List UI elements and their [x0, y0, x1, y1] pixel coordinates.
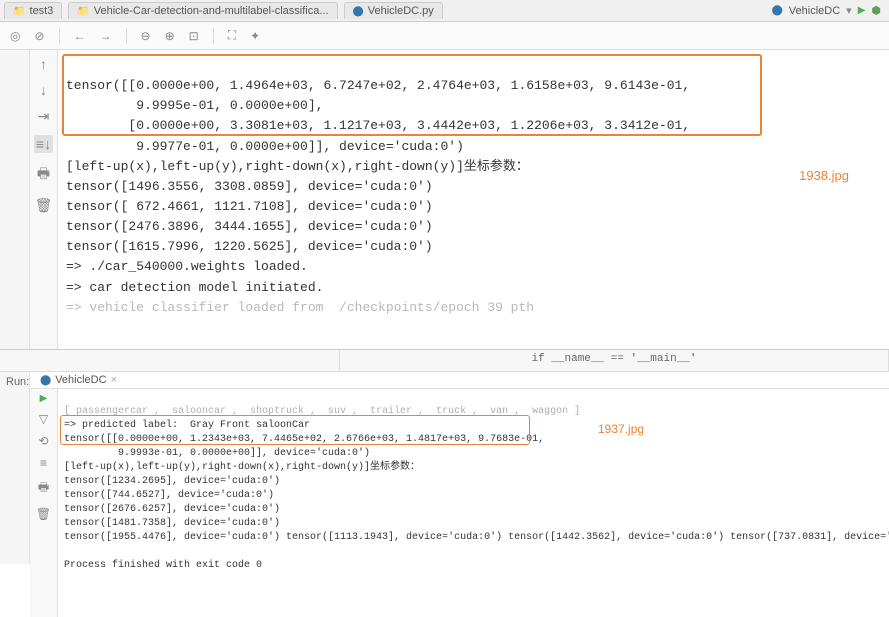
breadcrumb-center[interactable]: if __name__ == '__main__'	[340, 350, 889, 371]
trash-icon[interactable]: 🗑	[35, 197, 53, 214]
file-tab[interactable]: ⬤ VehicleDC.py	[344, 2, 443, 19]
console-line: tensor([1234.2695], device='cuda:0')	[64, 476, 280, 487]
folder-tab-label: Vehicle-Car-detection-and-multilabel-cla…	[94, 5, 329, 17]
editor-content[interactable]: tensor([[0.0000e+00, 1.4964e+03, 6.7247e…	[58, 50, 889, 349]
project-tab[interactable]: test3	[4, 2, 62, 19]
editor-side-tools: ↑ ↓ ⇥ ≡↓ 🖶 🗑	[30, 50, 58, 349]
close-tab-icon[interactable]: ×	[111, 374, 117, 386]
project-gutter[interactable]	[0, 50, 30, 349]
folder-icon	[77, 5, 89, 17]
python-run-icon: ⬤	[40, 375, 51, 386]
wrap-icon[interactable]: ⇥	[38, 108, 50, 125]
run-side-tools: ▶ ▽ ⟲ ≡ 🖶 🗑	[30, 389, 58, 617]
output-line: => car detection model initiated.	[66, 280, 323, 295]
run-icon[interactable]: ▶	[858, 5, 866, 16]
console-line: tensor([2676.6257], device='cuda:0')	[64, 504, 280, 515]
zoom-out-icon[interactable]: ⊖	[141, 29, 151, 43]
console-line: tensor([1955.4476], device='cuda:0') ten…	[64, 532, 889, 543]
sort-icon[interactable]: ≡↓	[34, 135, 53, 153]
editor-toolbar: ◎ ⊘ ← → ⊖ ⊕ ⊡ ⛶ ✦	[0, 22, 889, 50]
output-line: => ./car_540000.weights loaded.	[66, 259, 308, 274]
console-line: [ passengercar , salooncar , shoptruck ,…	[64, 406, 580, 417]
console-line: tensor([1481.7358], device='cuda:0')	[64, 518, 280, 529]
output-line: tensor([[0.0000e+00, 1.4964e+03, 6.7247e…	[66, 78, 690, 93]
console-line: Process finished with exit code 0	[64, 560, 262, 571]
output-line: => vehicle classifier loaded from /check…	[66, 300, 534, 315]
print-icon[interactable]: 🖶	[37, 163, 50, 187]
console-line: => predicted label: Gray Front saloonCar	[64, 420, 310, 431]
fit-icon[interactable]: ⊡	[189, 29, 199, 43]
down-arrow-icon[interactable]: ↓	[40, 82, 47, 98]
breadcrumb-left[interactable]	[0, 350, 340, 371]
python-config-icon: ⬤	[772, 5, 783, 16]
output-line: 9.9995e-01, 0.0000e+00],	[66, 98, 323, 113]
print-icon[interactable]: 🖶	[38, 478, 49, 499]
editor-area: ↑ ↓ ⇥ ≡↓ 🖶 🗑 tensor([[0.0000e+00, 1.4964…	[0, 50, 889, 350]
forward-icon[interactable]: →	[100, 29, 112, 43]
trash-icon[interactable]: 🗑	[36, 507, 51, 521]
run-panel-label: Run:	[0, 372, 30, 564]
dropdown-icon[interactable]: ▾	[846, 4, 852, 17]
run-config-controls: ⬤ VehicleDC ▾ ▶ ⬢	[772, 4, 889, 17]
back-icon[interactable]: ←	[74, 29, 86, 43]
stop-icon[interactable]: ⊘	[34, 29, 44, 43]
output-line: [0.0000e+00, 3.3081e+03, 1.1217e+03, 3.4…	[66, 118, 690, 133]
down-triangle-icon[interactable]: ▽	[39, 412, 48, 426]
output-line: [left-up(x),left-up(y),right-down(x),rig…	[66, 159, 529, 174]
run-tabs: ⬤ VehicleDC ×	[30, 372, 889, 389]
output-line: tensor([ 672.4661, 1121.7108], device='c…	[66, 199, 433, 214]
run-tab[interactable]: ⬤ VehicleDC ×	[34, 372, 123, 388]
console-line: tensor([744.6527], device='cuda:0')	[64, 490, 274, 501]
console-line: [left-up(x),left-up(y),right-down(x),rig…	[64, 462, 420, 473]
rerun-icon[interactable]: ▶	[40, 393, 48, 404]
project-tab-label: test3	[29, 5, 53, 17]
output-line: 9.9977e-01, 0.0000e+00]], device='cuda:0…	[66, 139, 464, 154]
zoom-in-icon[interactable]: ⊕	[165, 29, 175, 43]
breadcrumb-bar: if __name__ == '__main__'	[0, 350, 889, 372]
debug-icon[interactable]: ⬢	[871, 4, 881, 17]
folder-tab[interactable]: Vehicle-Car-detection-and-multilabel-cla…	[68, 2, 337, 19]
annotation-label-2: 1937.jpg	[598, 421, 644, 438]
run-panel: Run: ⬤ VehicleDC × ▶ ▽ ⟲ ≡ 🖶 🗑 [ passeng…	[0, 372, 889, 564]
wand-icon[interactable]: ✦	[250, 29, 260, 43]
output-line: tensor([1615.7996, 1220.5625], device='c…	[66, 239, 433, 254]
up-arrow-icon[interactable]: ↑	[40, 56, 47, 72]
run-config-label[interactable]: VehicleDC	[789, 5, 840, 17]
output-line: tensor([1496.3556, 3308.0859], device='c…	[66, 179, 433, 194]
output-line: tensor([2476.3896, 3444.1655], device='c…	[66, 219, 433, 234]
stack-icon[interactable]: ≡	[40, 456, 47, 470]
run-console[interactable]: [ passengercar , salooncar , shoptruck ,…	[58, 389, 889, 617]
python-file-icon: ⬤	[353, 6, 364, 17]
run-tab-label: VehicleDC	[55, 374, 106, 386]
console-line: tensor([[0.0000e+00, 1.2343e+03, 7.4465e…	[64, 434, 544, 445]
expand-icon[interactable]: ⛶	[228, 28, 236, 43]
file-tab-label: VehicleDC.py	[368, 5, 434, 17]
annotation-label-1: 1938.jpg	[799, 166, 849, 186]
restart-icon[interactable]: ⟲	[38, 434, 48, 448]
folder-icon	[13, 5, 25, 17]
record-icon[interactable]: ◎	[10, 29, 20, 43]
file-tabs-bar: test3 Vehicle-Car-detection-and-multilab…	[0, 0, 889, 22]
console-line: 9.9993e-01, 0.0000e+00]], device='cuda:0…	[64, 448, 370, 459]
